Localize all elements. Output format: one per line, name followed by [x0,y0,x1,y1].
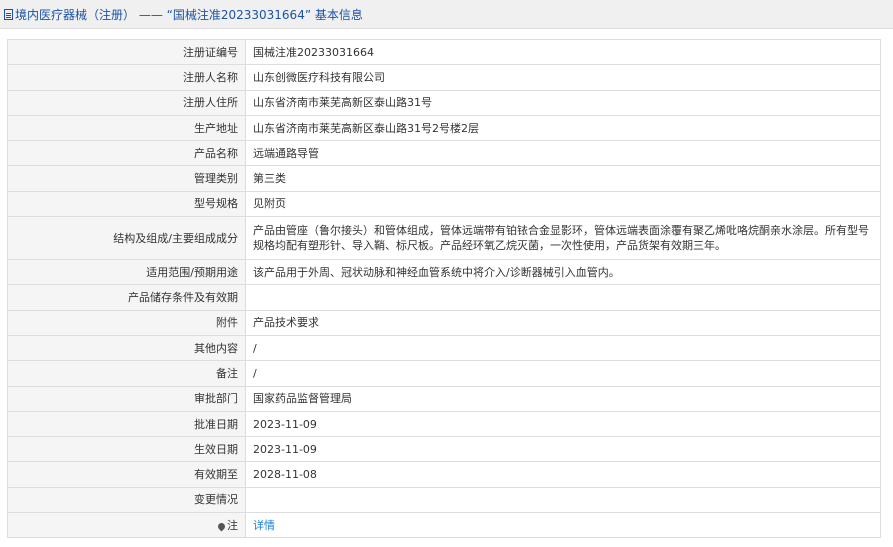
table-row: 审批部门 国家药品监督管理局 [7,385,881,412]
page-title: 境内医疗器械（注册） —— “国械注准20233031664” 基本信息 [15,7,363,22]
page-header: 境内医疗器械（注册） —— “国械注准20233031664” 基本信息 [0,0,893,29]
row-value-registration-no: 国械注准20233031664 [245,38,881,66]
row-label-valid-until: 有效期至 [7,461,246,488]
row-value-effective-date: 2023-11-09 [245,436,881,463]
row-label-registrant-name: 注册人名称 [7,64,246,91]
row-value-remarks: / [245,360,881,387]
row-value-approval-date: 2023-11-09 [245,410,881,438]
table-row: 产品储存条件及有效期 [7,284,881,311]
row-value-structure: 产品由管座（鲁尔接头）和管体组成，管体远端带有铂铱合金显影环，管体远端表面涂覆有… [245,216,881,261]
row-value-management-class: 第三类 [245,165,881,192]
row-value-changes [245,486,881,514]
row-label-approval-date: 批准日期 [7,410,246,438]
table-row: 附件 产品技术要求 [7,309,881,336]
table-row: 结构及组成/主要组成成分 产品由管座（鲁尔接头）和管体组成，管体远端带有铂铱合金… [7,216,881,261]
table-row: 有效期至 2028-11-08 [7,461,881,488]
row-value-intended-use: 该产品用于外周、冠状动脉和神经血管系统中将介入/诊断器械引入血管内。 [245,259,881,286]
row-value-note: 详情 [245,512,881,539]
row-value-attachment: 产品技术要求 [245,309,881,336]
document-icon [4,8,13,20]
table-row: 型号规格 见附页 [7,190,881,218]
row-label-structure: 结构及组成/主要组成成分 [7,216,246,261]
row-value-approval-dept: 国家药品监督管理局 [245,385,881,412]
row-label-remarks: 备注 [7,360,246,387]
row-label-approval-dept: 审批部门 [7,385,246,412]
row-value-valid-until: 2028-11-08 [245,461,881,488]
table-row: 适用范围/预期用途 该产品用于外周、冠状动脉和神经血管系统中将介入/诊断器械引入… [7,259,881,286]
table-row: 变更情况 [7,486,881,514]
row-label-management-class: 管理类别 [7,165,246,192]
row-label-registrant-address: 注册人住所 [7,89,246,116]
row-label-production-address: 生产地址 [7,114,246,142]
row-label-attachment: 附件 [7,309,246,336]
table-row: 注册证编号 国械注准20233031664 [7,38,881,66]
table-row: 备注 / [7,360,881,387]
note-label: 注 [227,518,238,532]
table-row: 批准日期 2023-11-09 [7,410,881,438]
row-label-other: 其他内容 [7,334,246,362]
row-value-product-name: 远端通路导管 [245,140,881,167]
table-row: 产品名称 远端通路导管 [7,140,881,167]
row-label-changes: 变更情况 [7,486,246,514]
row-value-production-address: 山东省济南市莱芜高新区泰山路31号2号楼2层 [245,114,881,142]
row-value-registrant-address: 山东省济南市莱芜高新区泰山路31号 [245,89,881,116]
row-value-model-spec: 见附页 [245,190,881,218]
row-label-effective-date: 生效日期 [7,436,246,463]
row-label-intended-use: 适用范围/预期用途 [7,259,246,286]
table-row: 注 详情 [7,512,881,539]
table-row: 注册人名称 山东创微医疗科技有限公司 [7,64,881,91]
row-value-other: / [245,334,881,362]
details-link[interactable]: 详情 [253,519,275,532]
row-label-storage: 产品储存条件及有效期 [7,284,246,311]
table-row: 管理类别 第三类 [7,165,881,192]
pin-icon [216,521,227,532]
table-row: 生效日期 2023-11-09 [7,436,881,463]
row-value-storage [245,284,881,311]
row-label-note: 注 [7,512,246,539]
row-label-product-name: 产品名称 [7,140,246,167]
row-value-registrant-name: 山东创微医疗科技有限公司 [245,64,881,91]
table-row: 注册人住所 山东省济南市莱芜高新区泰山路31号 [7,89,881,116]
row-label-registration-no: 注册证编号 [7,38,246,66]
row-label-model-spec: 型号规格 [7,190,246,218]
table-row: 生产地址 山东省济南市莱芜高新区泰山路31号2号楼2层 [7,114,881,142]
info-table: 注册证编号 国械注准20233031664 注册人名称 山东创微医疗科技有限公司… [7,38,881,539]
table-row: 其他内容 / [7,334,881,362]
